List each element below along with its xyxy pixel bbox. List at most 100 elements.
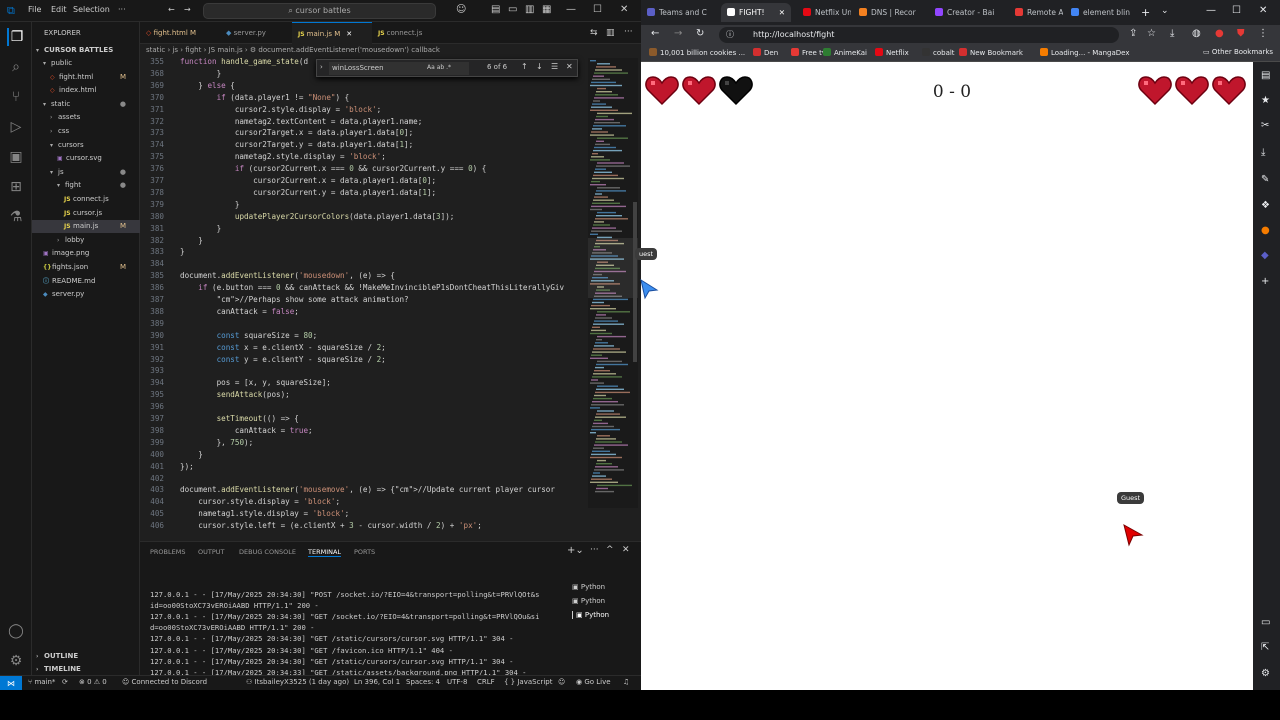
menu-more[interactable]: ···	[118, 5, 126, 14]
explorer-icon[interactable]: ❐	[7, 28, 25, 46]
browser-menu-icon[interactable]: ⋮	[1258, 28, 1268, 39]
eol-status[interactable]: CRLF	[477, 678, 495, 686]
tab-connect-js[interactable]: JS connect.js	[372, 22, 442, 44]
add-side-icon[interactable]: +	[1261, 276, 1269, 287]
forward-arrow-icon[interactable]: →	[184, 5, 191, 14]
layout-panel-icon[interactable]: ▭	[508, 4, 517, 15]
tab-output[interactable]: OUTPUT	[198, 548, 225, 556]
previous-match-icon[interactable]: ↑	[521, 62, 528, 71]
sidebar-settings-icon[interactable]: ⚙	[1261, 668, 1270, 679]
explorer-item[interactable]: ▣ cursor.svg	[32, 152, 140, 165]
tab-close-icon[interactable]: ✕	[346, 30, 352, 38]
new-tab-icon[interactable]: +	[1141, 6, 1150, 19]
outline-section[interactable]: › OUTLINE	[32, 650, 140, 663]
bookmark-item[interactable]: AnimeKai	[823, 48, 867, 57]
tab-main-js[interactable]: JS main.js M ✕	[292, 22, 372, 44]
settings-gear-icon[interactable]: ⚙	[7, 652, 25, 670]
encoding-status[interactable]: UTF-8	[447, 678, 467, 686]
bookmark-item[interactable]: Free tv	[791, 48, 826, 57]
tab-ports[interactable]: PORTS	[354, 548, 375, 556]
extension-orange-icon[interactable]: ●	[1261, 225, 1270, 236]
browser-back-icon[interactable]: ←	[651, 28, 659, 39]
explorer-item[interactable]: › lobby	[32, 234, 140, 247]
browser-tab[interactable]: Creator - Bai	[929, 3, 1005, 22]
copilot-icon[interactable]: ☺	[456, 4, 466, 15]
cursor-position[interactable]: Ln 396, Col 1	[354, 678, 400, 686]
browser-minimize-icon[interactable]: —	[1206, 5, 1216, 16]
panel-more-icon[interactable]: ···	[590, 545, 599, 555]
tab-server-py[interactable]: ◆ server.py	[220, 22, 292, 44]
tab-fight-html[interactable]: ◇ fight.html M	[140, 22, 220, 44]
share-icon[interactable]: ⇪	[1129, 28, 1137, 39]
close-find-icon[interactable]: ✕	[566, 62, 573, 71]
site-info-icon[interactable]: ⓘ	[726, 27, 734, 43]
remote-explorer-icon[interactable]: ▣	[7, 148, 25, 166]
explorer-item[interactable]: {}fights.json M	[32, 261, 140, 274]
layout-secondary-icon[interactable]: ▥	[525, 4, 534, 15]
browser-close-icon[interactable]: ✕	[1259, 5, 1267, 16]
menu-file[interactable]: File	[28, 5, 41, 14]
browser-tab[interactable]: Netflix Unite	[797, 3, 851, 22]
browser-forward-icon[interactable]: →	[674, 28, 682, 39]
explorer-item[interactable]: ▾ public	[32, 57, 140, 70]
bookmark-item[interactable]: cobalt	[922, 48, 955, 57]
browser-tab[interactable]: DNS | Recor	[853, 3, 925, 22]
terminal-instance[interactable]: ▣ Python	[572, 611, 609, 619]
testing-icon[interactable]: ⚗	[7, 208, 25, 226]
breadcrumb[interactable]: static › js › fight › JS main.js › ⚙ doc…	[146, 46, 440, 54]
sidebar-layout-icon[interactable]: ▭	[1261, 617, 1270, 628]
explorer-item[interactable]: ◇ fight.html M	[32, 71, 140, 84]
customize-layout-icon[interactable]: ▦	[542, 4, 551, 15]
extension-shield-icon[interactable]: ⛊	[1237, 28, 1245, 39]
explorer-item[interactable]: ▾ cursors	[32, 139, 140, 152]
discord-status[interactable]: ☺ Connected to Discord	[122, 678, 207, 686]
account-icon[interactable]: ◯	[7, 622, 25, 640]
explorer-item[interactable]: ▾ fight ●	[32, 179, 140, 192]
language-mode[interactable]: { } JavaScript	[504, 678, 552, 686]
minimize-icon[interactable]: —	[566, 4, 576, 15]
browser-maximize-icon[interactable]: ☐	[1232, 5, 1241, 16]
find-options[interactable]: Aa ab .*	[427, 64, 451, 71]
notifications-bell-icon[interactable]: ♫	[623, 678, 629, 686]
toggle-replace-icon[interactable]: ›	[320, 63, 323, 71]
explorer-item[interactable]: › css	[32, 125, 140, 138]
extension-purple-icon[interactable]: ◆	[1261, 250, 1269, 261]
menu-selection[interactable]: Selection	[73, 5, 110, 14]
terminal-instance[interactable]: ▣ Python	[572, 597, 605, 605]
bookmark-item[interactable]: Loading... - MangaDex	[1040, 48, 1129, 57]
open-changes-icon[interactable]: ⇆	[590, 28, 598, 38]
explorer-item[interactable]: ◆ server.py	[32, 288, 140, 301]
download-side-icon[interactable]: ⤓	[1261, 147, 1265, 158]
browser-tab[interactable]: element blin	[1065, 3, 1139, 22]
reload-icon[interactable]: ↻	[696, 28, 704, 39]
bookmark-item[interactable]: Den	[753, 48, 778, 57]
browser-tab[interactable]: FIGHT! ✕	[721, 3, 791, 22]
maximize-icon[interactable]: ☐	[593, 4, 602, 15]
go-live-button[interactable]: ◉ Go Live	[576, 678, 611, 686]
explorer-item[interactable]: ▣ image.png	[32, 247, 140, 260]
code-editor[interactable]: 355 function handle_game_state(d 368 } 369 …	[140, 57, 588, 557]
tab-close-icon[interactable]: ✕	[779, 3, 785, 22]
copilot-status-icon[interactable]: ☺	[558, 678, 565, 686]
explorer-item[interactable]: JS cursor.js	[32, 207, 140, 220]
browser-tab[interactable]: Teams and C	[641, 3, 717, 22]
layout-sidebar-icon[interactable]: ▤	[491, 4, 500, 15]
tab-problems[interactable]: PROBLEMS	[150, 548, 185, 556]
extension-icon[interactable]: ◍	[1192, 28, 1201, 39]
game-canvas[interactable]: 0 - 0 uest Guest	[635, 62, 1253, 690]
tools-icon[interactable]: ✂	[1261, 120, 1269, 131]
close-panel-icon[interactable]: ✕	[622, 545, 630, 555]
split-editor-icon[interactable]: ▥	[606, 28, 615, 38]
new-terminal-icon[interactable]: +⌄	[567, 545, 584, 556]
minimap[interactable]	[588, 58, 638, 508]
git-blame-status[interactable]: ⚇ ItsbaileyX3525 (1 day ago)	[246, 678, 349, 686]
editor-scrollbar[interactable]	[633, 202, 637, 362]
menu-edit[interactable]: Edit	[51, 5, 67, 14]
pen-icon[interactable]: ✎	[1261, 174, 1269, 185]
explorer-item[interactable]: ⓘ README.md	[32, 275, 140, 288]
more-actions-icon[interactable]: ···	[624, 27, 633, 37]
favorites-icon[interactable]: ★	[1261, 95, 1270, 106]
close-icon[interactable]: ✕	[620, 4, 628, 15]
downloads-icon[interactable]: ⤓	[1170, 28, 1174, 39]
bookmark-star-icon[interactable]: ☆	[1147, 28, 1156, 39]
